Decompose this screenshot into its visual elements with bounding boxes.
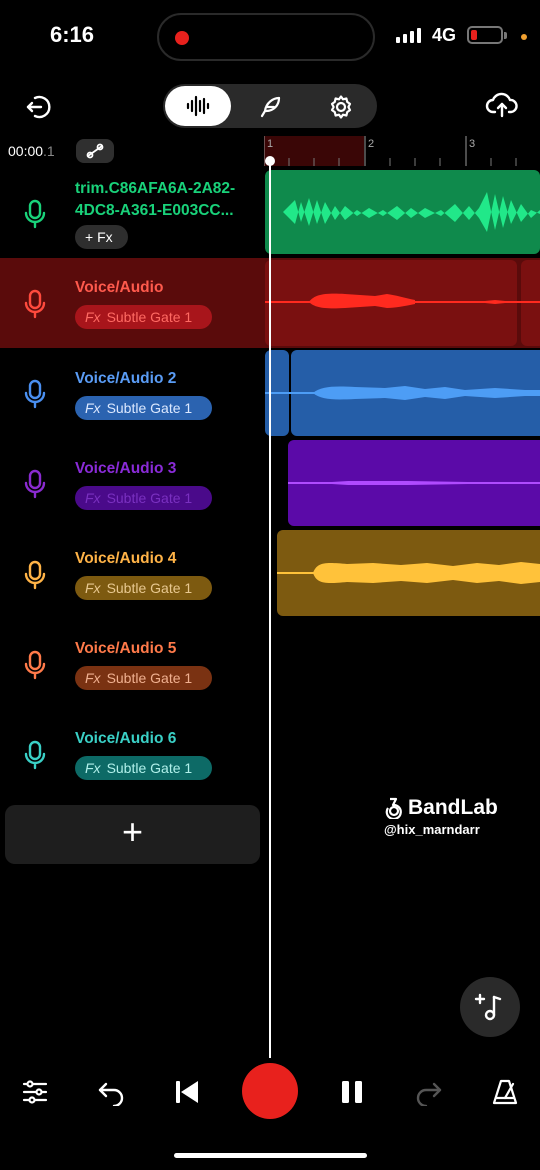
gear-icon[interactable] xyxy=(328,94,354,120)
tab-waveform[interactable] xyxy=(165,86,231,126)
microphone-icon[interactable] xyxy=(23,288,47,320)
timecode-main: 00:00 xyxy=(8,143,44,159)
network-type: 4G xyxy=(432,25,457,45)
microphone-icon[interactable] xyxy=(23,378,47,410)
track-header[interactable]: Voice/Audio 3 Fx Subtle Gate 1 xyxy=(0,438,264,528)
track-name: Voice/Audio 6 xyxy=(75,730,177,747)
plus-icon: + xyxy=(121,811,144,852)
view-switcher xyxy=(163,84,377,128)
exit-icon[interactable] xyxy=(24,92,54,122)
watermark-brand: BandLab xyxy=(408,796,498,819)
audio-clip[interactable] xyxy=(265,170,540,254)
fx-prefix: Fx xyxy=(85,760,101,776)
automation-icon xyxy=(86,143,104,159)
ruler-bar-3: 3 xyxy=(469,138,475,150)
fx-prefix: Fx xyxy=(85,490,101,506)
audio-clip[interactable] xyxy=(288,440,540,526)
record-button[interactable] xyxy=(242,1063,298,1119)
microphone-icon[interactable] xyxy=(23,739,47,771)
ruler-bar-1: 1 xyxy=(267,138,273,150)
fx-chip[interactable]: Fx Subtle Gate 1 xyxy=(75,486,212,510)
track-name: Voice/Audio 5 xyxy=(75,640,177,657)
audio-clip[interactable] xyxy=(277,530,540,616)
fx-label: Subtle Gate 1 xyxy=(106,400,193,416)
track-name: Voice/Audio 3 xyxy=(75,460,177,477)
timeline-ruler[interactable]: 1 2 3 xyxy=(264,136,540,166)
bandlab-logo-icon xyxy=(385,797,402,819)
add-music-note-icon xyxy=(474,993,502,1021)
fx-prefix: Fx xyxy=(85,400,101,416)
pause-icon[interactable] xyxy=(338,1078,366,1106)
fx-label: Subtle Gate 1 xyxy=(106,580,193,596)
fx-chip[interactable]: Fx Subtle Gate 1 xyxy=(75,756,212,780)
automation-link-button[interactable] xyxy=(76,139,114,163)
timecode: 00:00.1 xyxy=(8,143,55,159)
fx-prefix: Fx xyxy=(85,580,101,596)
fx-chip[interactable]: Fx Subtle Gate 1 xyxy=(75,576,212,600)
track-header[interactable]: Voice/Audio 2 Fx Subtle Gate 1 xyxy=(0,348,264,438)
ruler-bar-2: 2 xyxy=(368,138,374,150)
privacy-dot xyxy=(521,34,527,40)
fx-chip[interactable]: Fx Subtle Gate 1 xyxy=(75,396,212,420)
fx-label: Subtle Gate 1 xyxy=(106,490,193,506)
fx-chip[interactable]: Fx Subtle Gate 1 xyxy=(75,666,212,690)
microphone-icon[interactable] xyxy=(23,468,47,500)
fx-chip[interactable]: Fx Subtle Gate 1 xyxy=(75,305,212,329)
add-music-button[interactable] xyxy=(460,977,520,1037)
audio-clip[interactable] xyxy=(265,350,540,436)
track-header[interactable]: Voice/Audio 6 Fx Subtle Gate 1 xyxy=(0,708,264,798)
fx-prefix: Fx xyxy=(85,670,101,686)
fx-label: Subtle Gate 1 xyxy=(106,309,193,325)
mixer-icon[interactable] xyxy=(21,1078,49,1106)
track-name-line2: 4DC8-A361-E003CC... xyxy=(75,202,234,219)
microphone-icon[interactable] xyxy=(23,198,47,230)
waveform-icon xyxy=(186,95,210,117)
track-header[interactable]: Voice/Audio 5 Fx Subtle Gate 1 xyxy=(0,618,264,708)
fx-label: Subtle Gate 1 xyxy=(106,670,193,686)
track-name: Voice/Audio 2 xyxy=(75,370,177,387)
track-header[interactable]: Voice/Audio 4 Fx Subtle Gate 1 xyxy=(0,528,264,618)
dynamic-island xyxy=(157,13,375,61)
playhead-handle[interactable] xyxy=(265,156,275,166)
track-name: Voice/Audio xyxy=(75,279,164,296)
track-name: trim.C86AFA6A-2A82- 4DC8-A361-E003CC... xyxy=(75,178,235,222)
recording-indicator-icon xyxy=(175,31,189,45)
microphone-icon[interactable] xyxy=(23,559,47,591)
signal-icon xyxy=(396,28,421,43)
track-header[interactable]: trim.C86AFA6A-2A82- 4DC8-A361-E003CC... … xyxy=(0,168,264,258)
add-fx-button[interactable]: + Fx xyxy=(75,225,128,249)
home-indicator xyxy=(174,1153,367,1158)
watermark: BandLab @hix_marndarr xyxy=(384,796,498,837)
undo-icon[interactable] xyxy=(97,1078,125,1106)
track-header[interactable]: Voice/Audio Fx Subtle Gate 1 xyxy=(0,258,264,348)
battery-cap xyxy=(504,32,507,39)
waveform xyxy=(313,562,540,584)
cloud-upload-icon[interactable] xyxy=(485,90,519,120)
skip-back-icon[interactable] xyxy=(173,1078,201,1106)
track-name: Voice/Audio 4 xyxy=(75,550,177,567)
fx-label: Subtle Gate 1 xyxy=(106,760,193,776)
microphone-icon[interactable] xyxy=(23,649,47,681)
audio-clip[interactable] xyxy=(265,260,540,346)
metronome-icon[interactable] xyxy=(491,1078,519,1106)
timecode-fraction: .1 xyxy=(43,143,55,159)
feather-icon[interactable] xyxy=(258,94,284,120)
status-time: 6:16 xyxy=(50,22,95,47)
add-track-button[interactable]: + xyxy=(5,805,260,864)
battery-icon xyxy=(467,26,503,44)
fx-prefix: Fx xyxy=(85,309,101,325)
watermark-user: @hix_marndarr xyxy=(384,822,480,837)
redo-icon[interactable] xyxy=(415,1078,443,1106)
playhead[interactable] xyxy=(269,158,271,1058)
track-name-line1: trim.C86AFA6A-2A82- xyxy=(75,180,236,197)
